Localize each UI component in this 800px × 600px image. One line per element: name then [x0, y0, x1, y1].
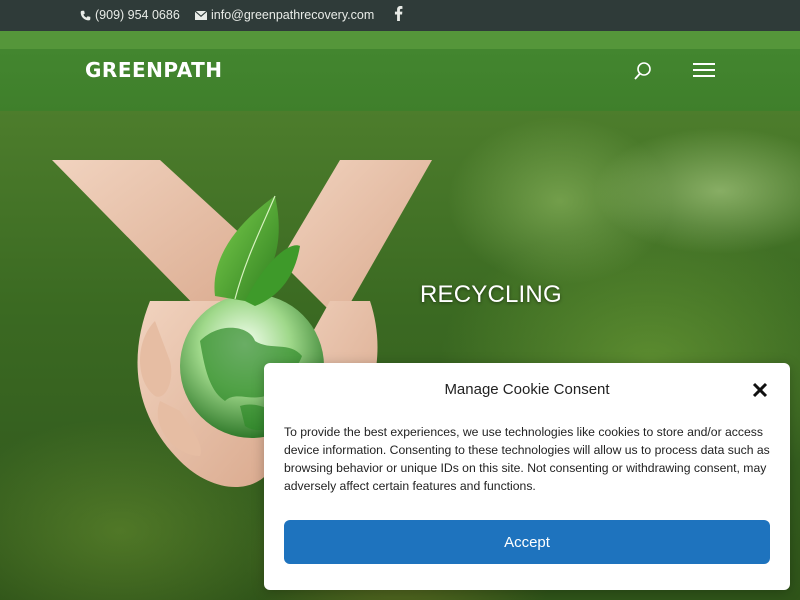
top-contact-bar: (909) 954 0686 info@greenpathrecovery.co… — [0, 0, 800, 31]
menu-toggle-button[interactable] — [692, 61, 716, 79]
close-icon — [752, 382, 768, 398]
envelope-icon — [195, 10, 207, 20]
cookie-consent-dialog: Manage Cookie Consent To provide the bes… — [264, 363, 790, 590]
phone-link[interactable]: (909) 954 0686 — [80, 8, 180, 22]
hamburger-menu-icon — [693, 63, 715, 77]
cookie-dialog-title: Manage Cookie Consent — [444, 381, 610, 398]
close-button[interactable] — [751, 381, 769, 399]
email-link[interactable]: info@greenpathrecovery.com — [195, 8, 374, 22]
search-icon — [634, 62, 651, 80]
hero-title: RECYCLING — [420, 281, 562, 308]
phone-icon — [80, 10, 91, 20]
email-address: info@greenpathrecovery.com — [211, 8, 375, 22]
facebook-link[interactable] — [394, 6, 403, 21]
accept-button[interactable]: Accept — [284, 520, 770, 564]
cookie-dialog-text: To provide the best experiences, we use … — [284, 425, 770, 493]
phone-number: (909) 954 0686 — [95, 8, 180, 22]
search-button[interactable] — [632, 60, 654, 82]
site-logo[interactable]: GREENPATH — [85, 58, 223, 82]
facebook-icon — [394, 6, 403, 21]
